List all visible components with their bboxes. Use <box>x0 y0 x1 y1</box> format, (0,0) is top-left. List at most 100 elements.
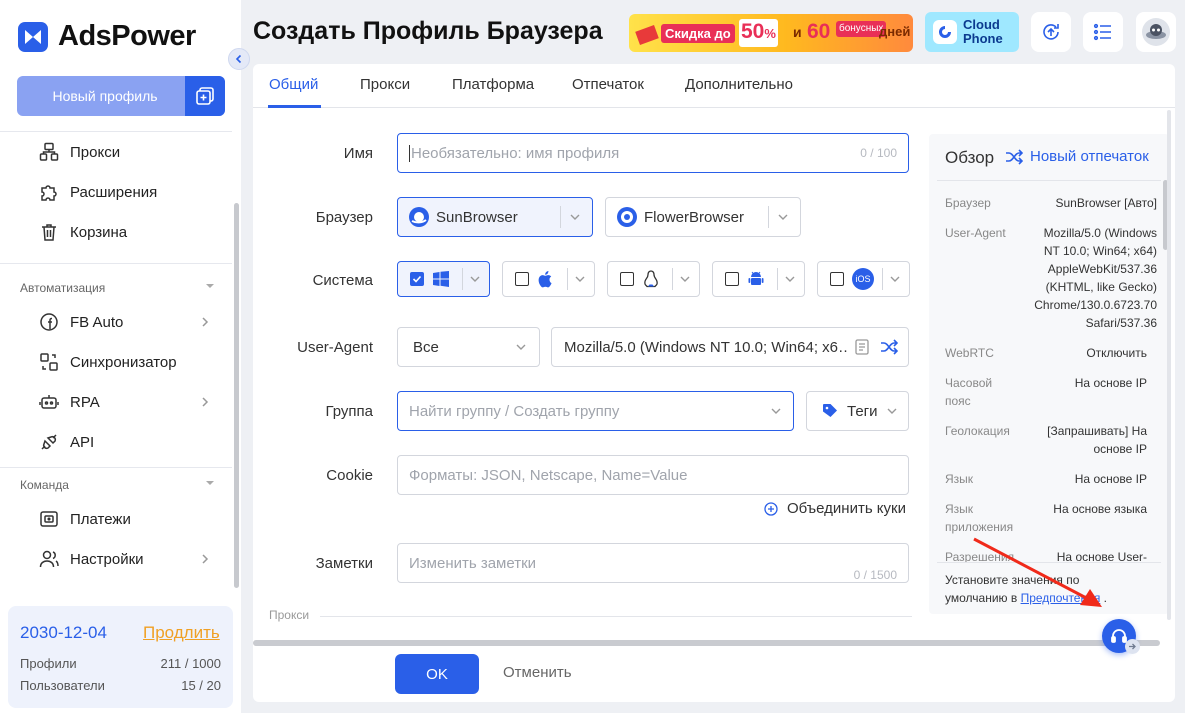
document-icon[interactable] <box>855 339 869 355</box>
new-profile-label: Новый профиль <box>52 88 158 104</box>
name-input[interactable]: Необязательно: имя профиля 0 / 100 <box>397 133 909 173</box>
sidebar-item-sync[interactable]: Синхронизатор <box>38 349 177 375</box>
separator <box>462 268 463 290</box>
confetti-decoration <box>635 25 659 45</box>
section-divider <box>320 616 912 617</box>
sidebar-item-payments[interactable]: Платежи <box>38 506 131 532</box>
add-profile-icon[interactable] <box>185 76 225 116</box>
user-agent-label: User-Agent <box>297 339 373 356</box>
new-profile-button[interactable]: Новый профиль <box>17 76 225 116</box>
sidebar-item-trash[interactable]: Корзина <box>38 219 127 245</box>
facebook-icon <box>38 311 60 333</box>
sidebar: AdsPower Новый профиль Прокси Расширения… <box>0 0 241 713</box>
separator <box>560 206 561 228</box>
system-option-linux[interactable] <box>607 261 700 297</box>
merge-cookies-button[interactable]: Объединить куки <box>764 500 906 517</box>
name-counter: 0 / 100 <box>860 146 897 160</box>
update-button[interactable] <box>1031 12 1071 52</box>
renew-link[interactable]: Продлить <box>143 623 220 643</box>
proxy-icon <box>38 141 60 163</box>
notes-textarea[interactable]: Изменить заметки 0 / 1500 <box>397 543 909 583</box>
separator <box>567 268 568 290</box>
chevron-down-icon[interactable] <box>784 273 796 285</box>
promo-banner[interactable]: Скидка до 50% и 60 бонусных дней <box>629 14 913 52</box>
system-option-windows[interactable] <box>397 261 490 297</box>
browser-option-flowerbrowser[interactable]: FlowerBrowser <box>605 197 801 237</box>
users-value: 15 / 20 <box>181 678 221 693</box>
chevron-down-icon[interactable] <box>777 211 789 223</box>
ua-filter-select[interactable]: Все <box>397 327 540 367</box>
tab-fingerprint[interactable]: Отпечаток <box>572 76 644 93</box>
sidebar-item-proxy[interactable]: Прокси <box>38 139 120 165</box>
tab-general[interactable]: Общий <box>269 76 318 93</box>
notes-placeholder: Изменить заметки <box>409 555 537 572</box>
browser-name: FlowerBrowser <box>644 208 745 226</box>
task-list-button[interactable] <box>1083 12 1123 52</box>
horizontal-scrollbar[interactable] <box>253 640 1160 646</box>
windows-icon <box>432 270 450 288</box>
overview-title: Обзор <box>945 148 995 167</box>
sidebar-item-rpa[interactable]: RPA <box>38 389 209 415</box>
checkbox-checked[interactable] <box>410 272 424 286</box>
chevron-down-icon[interactable] <box>469 273 481 285</box>
user-avatar-button[interactable] <box>1136 12 1176 52</box>
tab-platform[interactable]: Платформа <box>452 76 534 93</box>
checkbox[interactable] <box>830 272 844 286</box>
user-agent-value: Mozilla/5.0 (Windows NT 10.0; Win64; x6… <box>564 338 849 356</box>
sidebar-item-settings[interactable]: Настройки <box>38 546 209 572</box>
tags-select[interactable]: Теги <box>806 391 909 431</box>
caret-down-icon <box>205 281 215 295</box>
ok-button[interactable]: OK <box>395 654 479 694</box>
overview-key: Часовой пояс <box>945 376 993 408</box>
sunbrowser-icon <box>408 206 430 228</box>
checkbox[interactable] <box>515 272 529 286</box>
group-placeholder: Найти группу / Создать группу <box>409 402 620 420</box>
chevron-right-icon <box>200 553 210 565</box>
checkbox[interactable] <box>620 272 634 286</box>
system-option-android[interactable] <box>712 261 805 297</box>
sidebar-divider <box>0 131 232 132</box>
overview-row-language: Язык На основе IP <box>945 470 1157 488</box>
group-select[interactable]: Найти группу / Создать группу <box>397 391 794 431</box>
cloud-phone-button[interactable]: Cloud Phone <box>925 12 1019 52</box>
shuffle-icon[interactable] <box>880 339 898 355</box>
sidebar-item-api[interactable]: API <box>38 429 94 455</box>
user-agent-input[interactable]: Mozilla/5.0 (Windows NT 10.0; Win64; x6… <box>551 327 909 367</box>
chevron-down-icon[interactable] <box>574 273 586 285</box>
tab-advanced[interactable]: Дополнительно <box>685 76 793 93</box>
chevron-down-icon[interactable] <box>679 273 691 285</box>
subscription-box: 2030-12-04 Продлить Профили 211 / 1000 П… <box>8 606 233 708</box>
extension-icon <box>38 181 60 203</box>
chevron-down-icon[interactable] <box>889 273 901 285</box>
cookie-placeholder: Форматы: JSON, Netscape, Name=Value <box>409 466 688 484</box>
section-automation[interactable]: Автоматизация <box>20 281 215 295</box>
arrow-right-icon[interactable] <box>1125 639 1140 654</box>
system-option-macos[interactable] <box>502 261 595 297</box>
ios-text: iOS <box>855 274 871 284</box>
sidebar-item-label: Настройки <box>70 550 144 568</box>
collapse-sidebar-button[interactable] <box>228 48 250 70</box>
overview-value: На основе IP <box>1074 376 1147 390</box>
overview-value: [Запрашивать] На основе IP <box>1047 424 1147 456</box>
promo-number-50: 50 <box>741 20 765 43</box>
name-label: Имя <box>343 145 373 162</box>
red-arrow-annotation <box>973 537 1102 607</box>
promo-text-1: Скидка до <box>661 24 735 43</box>
android-icon <box>747 270 765 288</box>
sidebar-item-extensions[interactable]: Расширения <box>38 179 157 205</box>
overview-row-user-agent: User-Agent Mozilla/5.0 (Windows NT 10.0;… <box>945 224 1157 332</box>
separator <box>768 206 769 228</box>
browser-option-sunbrowser[interactable]: SunBrowser <box>397 197 593 237</box>
section-team[interactable]: Команда <box>20 478 215 492</box>
cookie-input[interactable]: Форматы: JSON, Netscape, Name=Value <box>397 455 909 495</box>
system-option-ios[interactable]: iOS <box>817 261 910 297</box>
sidebar-scrollbar[interactable] <box>234 203 239 588</box>
overview-key: WebRTC <box>945 346 994 360</box>
sidebar-item-fb-auto[interactable]: FB Auto <box>38 309 209 335</box>
tab-proxy[interactable]: Прокси <box>360 76 410 93</box>
cancel-button[interactable]: Отменить <box>503 664 572 681</box>
checkbox[interactable] <box>725 272 739 286</box>
chevron-down-icon[interactable] <box>569 211 581 223</box>
users-settings-icon <box>38 548 60 570</box>
new-fingerprint-button[interactable]: Новый отпечаток <box>1005 148 1149 165</box>
